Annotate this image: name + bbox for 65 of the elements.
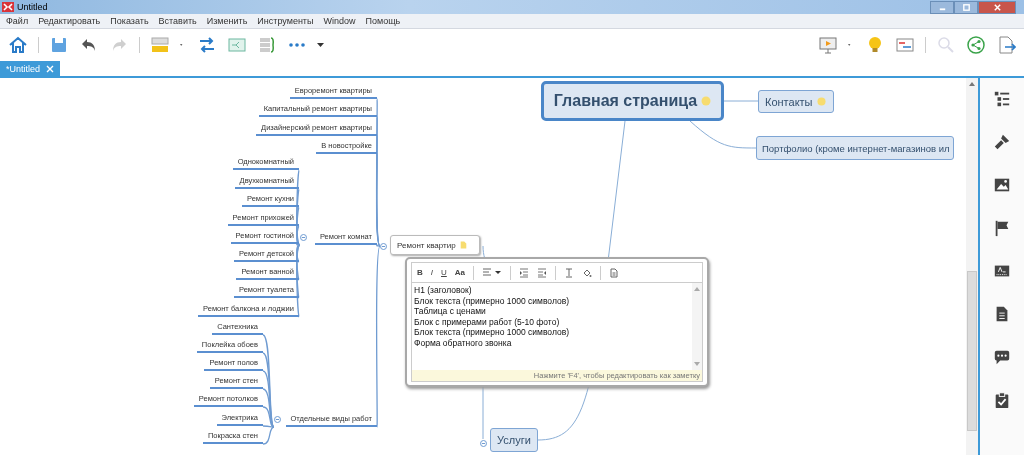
close-icon[interactable] xyxy=(46,64,55,73)
window-title: Untitled xyxy=(17,2,48,12)
note-line: Блок текста (примерно 1000 символов) xyxy=(414,327,570,338)
menu-item[interactable]: Инструменты xyxy=(257,16,314,26)
note-line: Форма обратного звонка xyxy=(414,337,513,348)
note-line: H1 (заголовок) xyxy=(414,285,473,296)
presentation-icon[interactable] xyxy=(818,35,838,55)
topic-node[interactable]: Услуги xyxy=(490,428,538,452)
format-icon[interactable] xyxy=(895,35,915,55)
share-icon[interactable] xyxy=(966,35,986,55)
central-topic[interactable]: Главная страница xyxy=(541,81,724,121)
align-icon[interactable] xyxy=(482,267,503,278)
note-line: Блок текста (примерно 1000 символов) xyxy=(414,295,570,306)
note-scrollbar[interactable] xyxy=(692,283,702,370)
maximize-icon xyxy=(961,2,971,12)
summary-icon[interactable] xyxy=(257,35,277,55)
vertical-scrollbar[interactable] xyxy=(966,78,978,455)
menu-item[interactable]: Вставить xyxy=(158,16,197,26)
maximize-button[interactable] xyxy=(954,0,978,14)
collapse-icon[interactable] xyxy=(380,243,387,250)
topic-node[interactable]: Портфолио (кроме интернет-магазинов ил xyxy=(756,136,954,160)
indent-icon[interactable] xyxy=(519,267,530,278)
format-button[interactable]: U xyxy=(441,268,447,277)
save-icon[interactable] xyxy=(49,35,69,55)
note-line: Таблица с ценами xyxy=(414,306,487,317)
scrollbar-thumb[interactable] xyxy=(967,271,977,431)
format-button[interactable]: I xyxy=(430,268,433,277)
menu-item[interactable]: Изменить xyxy=(206,16,248,26)
topic-node[interactable]: Ремонт квартир xyxy=(390,235,480,255)
image-icon[interactable] xyxy=(993,176,1011,194)
close-button[interactable] xyxy=(978,0,1016,14)
clear-format-icon[interactable] xyxy=(564,267,575,278)
clipboard-check-icon[interactable] xyxy=(993,391,1011,409)
menu-item[interactable]: Файл xyxy=(6,16,29,26)
document-icon[interactable] xyxy=(609,267,620,278)
menu-item[interactable]: Помощь xyxy=(365,16,401,26)
export-icon[interactable] xyxy=(996,35,1016,55)
comment-icon[interactable] xyxy=(993,348,1011,366)
format-button[interactable]: Aa xyxy=(454,268,466,277)
scroll-up-icon[interactable] xyxy=(694,287,700,291)
home-icon[interactable] xyxy=(8,35,28,55)
app-logo-icon xyxy=(2,2,14,12)
outline-icon[interactable] xyxy=(993,90,1011,108)
topic-node[interactable]: Контакты xyxy=(758,90,834,113)
topic-icon[interactable] xyxy=(150,35,170,55)
collapse-icon[interactable] xyxy=(274,416,281,423)
note-line: Блок с примерами работ (5-10 фото) xyxy=(414,316,561,327)
format-button[interactable]: B xyxy=(417,268,423,277)
paint-bucket-icon[interactable] xyxy=(582,267,593,278)
close-icon xyxy=(992,2,1002,12)
scroll-up-icon[interactable] xyxy=(969,82,975,86)
relationship-icon[interactable] xyxy=(197,35,217,55)
minimize-button[interactable] xyxy=(930,0,954,14)
brush-icon[interactable] xyxy=(993,133,1011,151)
outdent-icon[interactable] xyxy=(537,267,548,278)
structure-icon[interactable] xyxy=(227,35,247,55)
scroll-down-icon[interactable] xyxy=(694,362,700,366)
collapse-icon[interactable] xyxy=(300,234,307,241)
connector-line xyxy=(689,120,757,149)
collapse-icon[interactable] xyxy=(480,440,487,447)
menu-item[interactable]: Редактировать xyxy=(38,16,101,26)
menu-item[interactable]: Показать xyxy=(110,16,149,26)
menu-item[interactable]: Window xyxy=(323,16,356,26)
flag-icon[interactable] xyxy=(993,219,1011,237)
connector-line xyxy=(723,100,759,102)
